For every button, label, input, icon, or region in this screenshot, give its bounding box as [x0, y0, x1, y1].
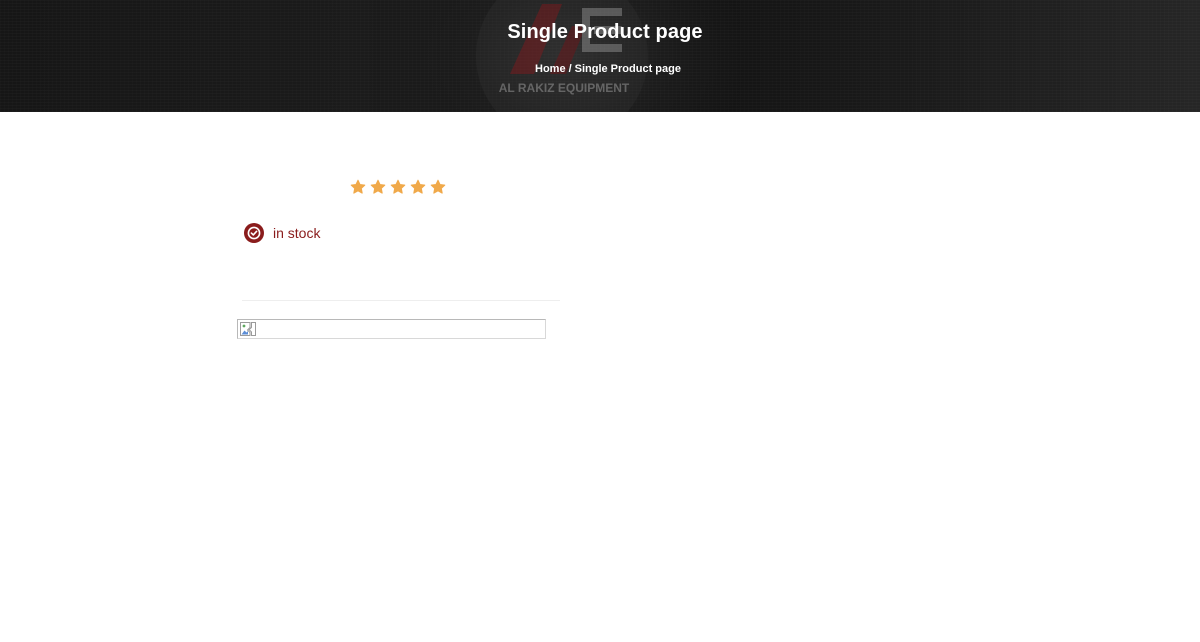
stock-label: in stock	[273, 225, 321, 241]
star-icon	[430, 179, 446, 194]
breadcrumb-separator: /	[568, 63, 572, 75]
star-icon	[370, 179, 386, 194]
star-icon	[390, 179, 406, 194]
product-image	[237, 319, 546, 339]
section-divider	[242, 300, 560, 301]
breadcrumb: Home / Single Product page	[0, 63, 1200, 75]
breadcrumb-home-link[interactable]: Home	[535, 63, 566, 75]
brand-logo: AL RAKIZ EQUIPMENT	[476, 0, 648, 112]
page-hero: AL RAKIZ EQUIPMENT Single Product page H…	[0, 0, 1200, 112]
check-circle-icon	[244, 223, 264, 243]
star-icon	[350, 179, 366, 194]
star-icon	[410, 179, 426, 194]
page-title: Single Product page	[507, 21, 703, 43]
broken-image-icon	[240, 322, 256, 336]
stock-status: in stock	[244, 223, 320, 243]
svg-text:AL RAKIZ EQUIPMENT: AL RAKIZ EQUIPMENT	[499, 81, 630, 95]
product-rating	[350, 179, 446, 195]
breadcrumb-current: Single Product page	[574, 63, 681, 75]
